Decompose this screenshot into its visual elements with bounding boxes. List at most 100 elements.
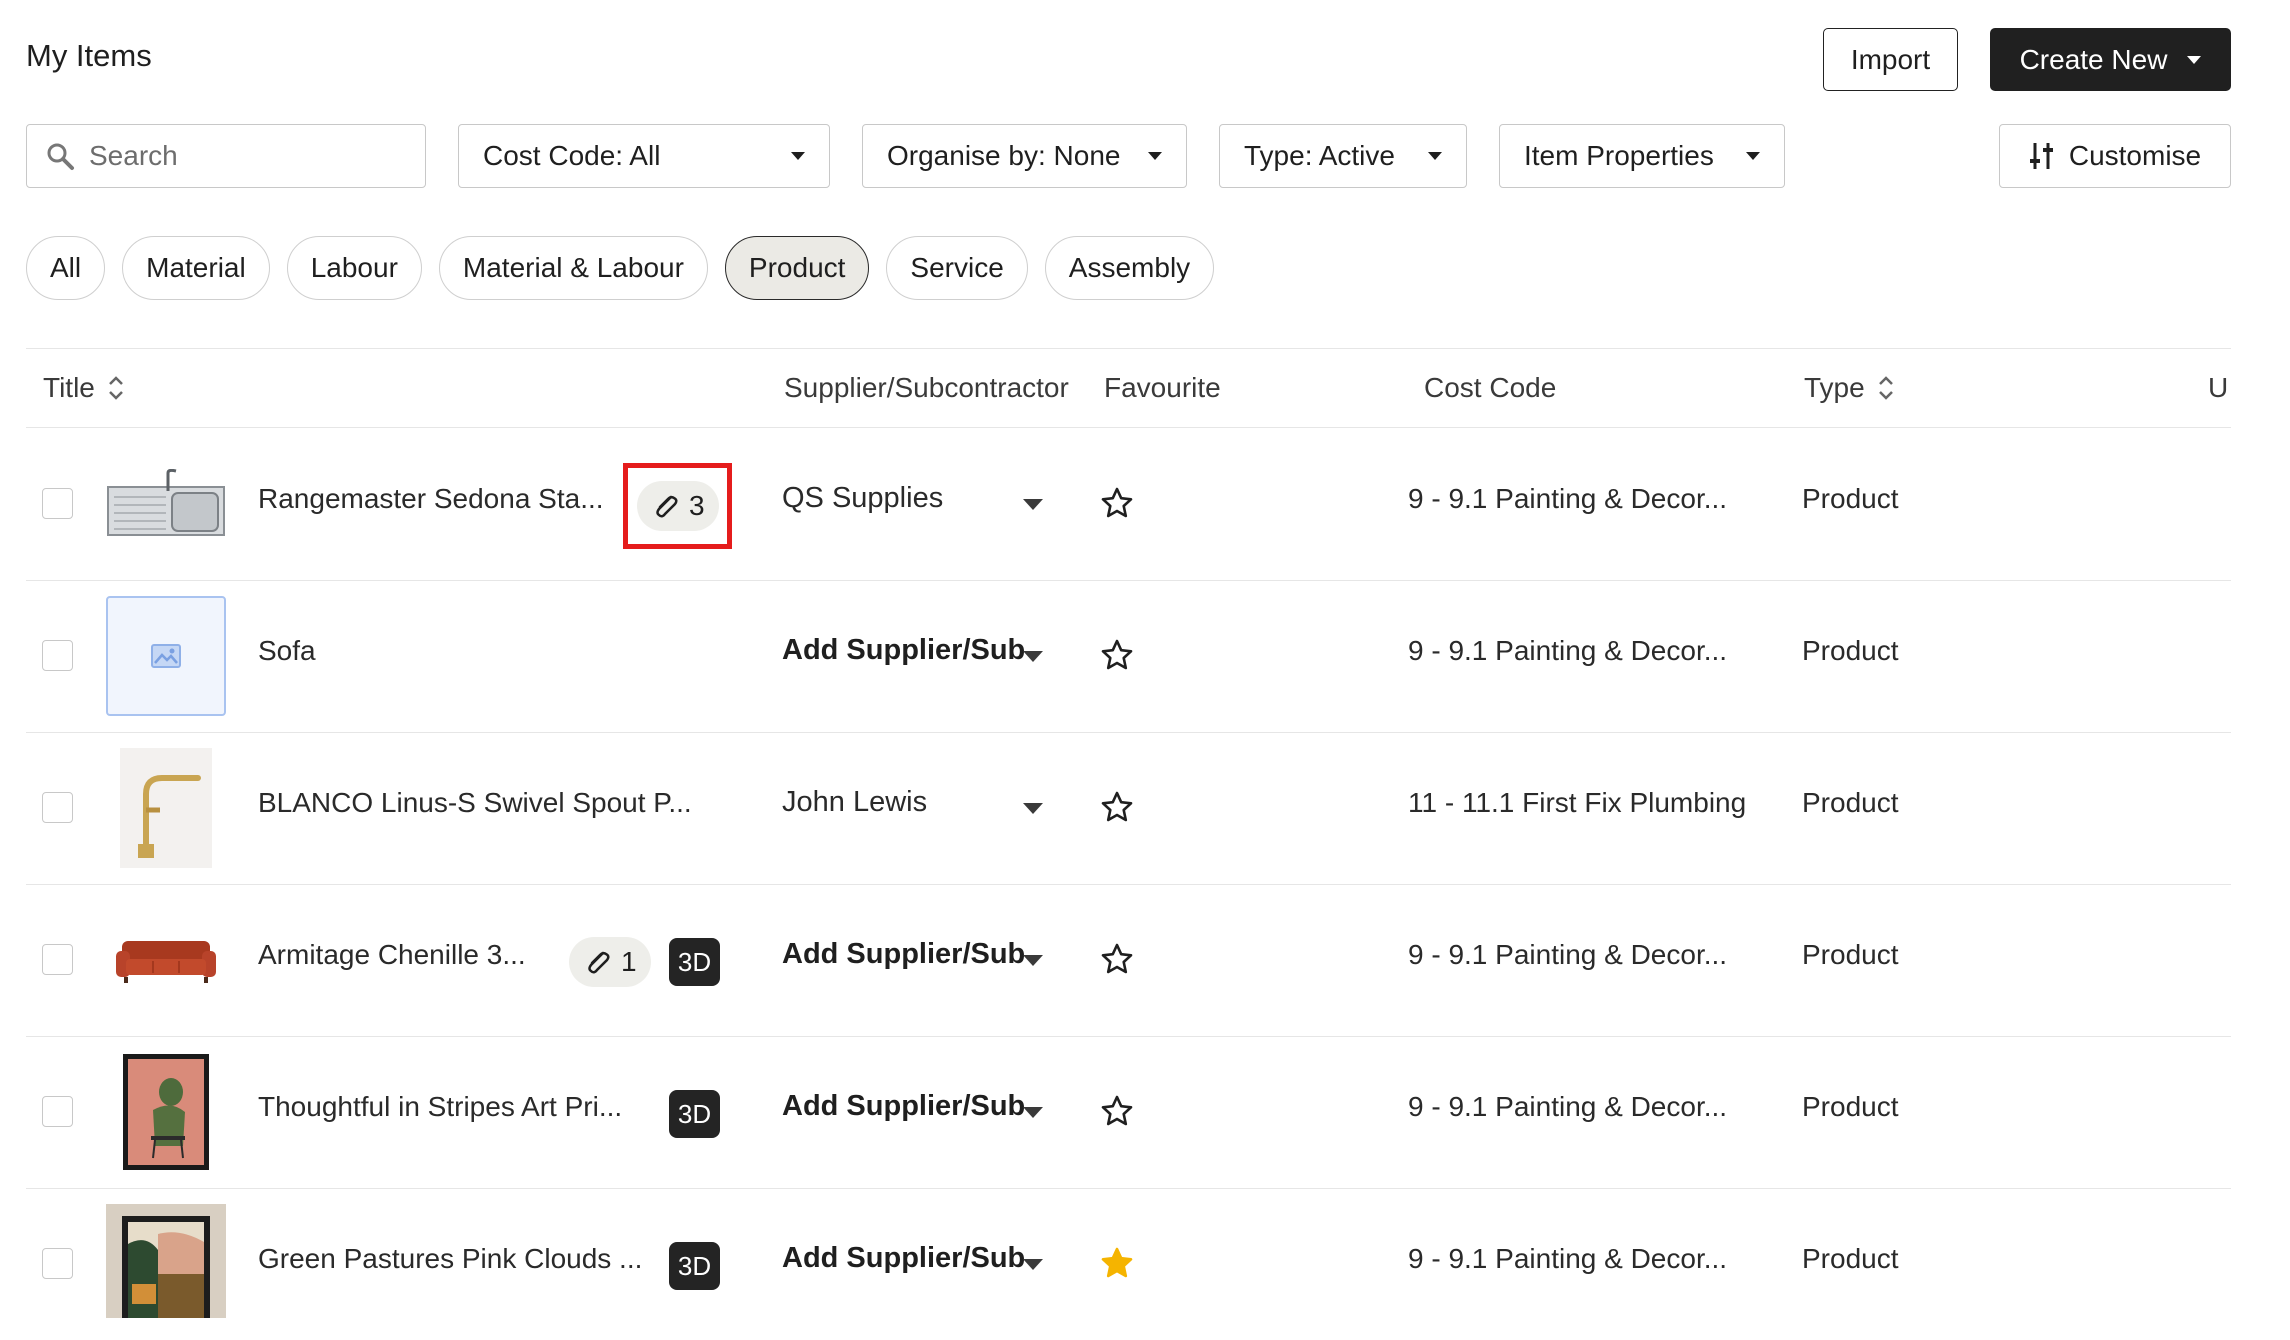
supplier-value[interactable]: Add Supplier/Sub [782,634,1028,667]
chevron-down-icon[interactable] [1023,955,1043,966]
supplier-value[interactable]: Add Supplier/Sub [782,1242,1028,1275]
tab-all[interactable]: All [26,236,106,300]
search-icon [47,143,74,170]
item-title[interactable]: BLANCO Linus-S Swivel Spout P... [258,787,692,819]
tap-icon [106,748,226,868]
tab-service[interactable]: Service [886,236,1028,300]
row-checkbox[interactable] [42,1096,73,1127]
supplier-value[interactable]: John Lewis [782,786,1028,819]
create-new-label: Create New [2019,43,2168,75]
cost-code-value: 9 - 9.1 Painting & Decor... [1408,483,1728,514]
row-checkbox[interactable] [42,944,73,975]
item-title[interactable]: Armitage Chenille 3... [258,939,526,971]
row-checkbox[interactable] [42,488,73,519]
cost-code-value: 11 - 11.1 First Fix Plumbing [1408,787,1747,818]
item-title[interactable]: Rangemaster Sedona Sta... [258,483,604,515]
art-print-icon [106,1204,226,1318]
table-row[interactable]: Armitage Chenille 3... 1 3D Add Supplier… [26,884,2231,1037]
type-dropdown[interactable]: Type: Active [1219,124,1467,188]
column-supplier: Supplier/Subcontractor [784,372,1069,403]
column-cost-code: Cost Code [1424,372,1557,403]
table-row[interactable]: Green Pastures Pink Clouds ... 3D Add Su… [26,1188,2231,1340]
tab-product[interactable]: Product [724,236,870,300]
cost-code-value: 9 - 9.1 Painting & Decor... [1408,1091,1728,1122]
sort-icon [1878,376,1893,400]
chevron-down-icon[interactable] [1023,1107,1043,1118]
highlight-box [623,463,732,549]
star-icon[interactable] [1100,638,1134,672]
item-title[interactable]: Sofa [258,635,316,667]
column-extra: Ur [2208,372,2230,403]
import-button[interactable]: Import [1823,28,1958,91]
paperclip-icon [588,951,610,974]
row-checkbox[interactable] [42,640,73,671]
type-value: Product [1802,635,1899,666]
cost-code-value: 9 - 9.1 Painting & Decor... [1408,1243,1728,1274]
cost-code-label: Cost Code: All [483,140,661,171]
column-title-label: Title [43,372,95,403]
organise-by-dropdown[interactable]: Organise by: None [862,124,1187,188]
sort-icon [108,376,123,400]
type-value: Product [1802,1243,1899,1274]
cost-code-value: 9 - 9.1 Painting & Decor... [1408,939,1728,970]
column-type-label: Type [1804,372,1865,403]
column-title[interactable]: Title [43,372,125,404]
chevron-down-icon[interactable] [1023,1259,1043,1270]
chevron-down-icon[interactable] [1023,499,1043,510]
3d-tag[interactable]: 3D [669,938,720,986]
table-row[interactable]: BLANCO Linus-S Swivel Spout P... John Le… [26,732,2231,885]
cost-code-value: 9 - 9.1 Painting & Decor... [1408,635,1728,666]
organise-by-label: Organise by: None [887,140,1121,171]
row-checkbox[interactable] [42,1248,73,1279]
search-placeholder: Search [89,140,178,171]
supplier-value[interactable]: QS Supplies [782,482,1028,515]
create-new-button[interactable]: Create New [1990,28,2231,91]
search-input[interactable]: Search [26,124,426,188]
customise-button[interactable]: Customise [1999,124,2231,188]
star-icon[interactable] [1100,486,1134,520]
customise-label: Customise [2068,140,2202,171]
sink-icon [106,444,226,564]
3d-tag[interactable]: 3D [669,1090,720,1138]
attachments-count: 1 [621,946,637,977]
tab-labour[interactable]: Labour [286,236,422,300]
table-row[interactable]: Thoughtful in Stripes Art Pri... 3D Add … [26,1036,2231,1189]
table-row[interactable]: Sofa Add Supplier/Sub 9 - 9.1 Painting &… [26,580,2231,733]
star-filled-icon[interactable] [1100,1246,1134,1280]
type-value: Product [1802,939,1899,970]
star-icon[interactable] [1100,790,1134,824]
chevron-down-icon [1148,152,1162,160]
supplier-value[interactable]: Add Supplier/Sub [782,938,1028,971]
column-type[interactable]: Type [1804,372,1895,404]
chevron-down-icon [791,152,805,160]
chevron-down-icon [1746,152,1760,160]
item-properties-label: Item Properties [1524,140,1714,171]
image-placeholder-icon [106,596,226,716]
attachments-badge[interactable]: 1 [569,937,651,987]
item-title[interactable]: Thoughtful in Stripes Art Pri... [258,1091,622,1123]
type-filter-label: Type: Active [1244,140,1395,171]
tab-material[interactable]: Material [122,236,270,300]
3d-tag[interactable]: 3D [669,1242,720,1290]
chevron-down-icon [2187,55,2202,64]
item-title[interactable]: Green Pastures Pink Clouds ... [258,1243,642,1275]
category-tabs: All Material Labour Material & Labour Pr… [26,236,1215,300]
supplier-value[interactable]: Add Supplier/Sub [782,1090,1028,1123]
art-print-icon [106,1052,226,1172]
sliders-icon [2029,143,2053,169]
table-row[interactable]: Rangemaster Sedona Sta... 3 QS Supplies … [26,428,2231,581]
item-properties-dropdown[interactable]: Item Properties [1499,124,1785,188]
tab-assembly[interactable]: Assembly [1044,236,1215,300]
star-icon[interactable] [1100,942,1134,976]
star-icon[interactable] [1100,1094,1134,1128]
column-favourite: Favourite [1104,372,1221,403]
type-value: Product [1802,1091,1899,1122]
chevron-down-icon[interactable] [1023,803,1043,814]
row-checkbox[interactable] [42,792,73,823]
divider [26,348,2231,349]
tab-material-labour[interactable]: Material & Labour [438,236,708,300]
page-title: My Items [26,38,152,73]
cost-code-dropdown[interactable]: Cost Code: All [458,124,830,188]
type-value: Product [1802,787,1899,818]
chevron-down-icon[interactable] [1023,651,1043,662]
